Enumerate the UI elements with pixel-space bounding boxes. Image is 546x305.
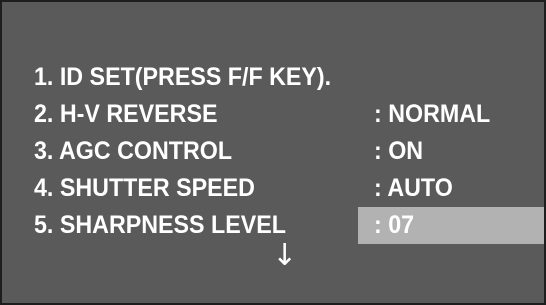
osd-menu-screen: 1. ID SET(PRESS F/F KEY). 2. H-V REVERSE… — [0, 0, 546, 305]
menu-item-value[interactable]: : ON — [358, 133, 427, 170]
menu-item-label: 2. H-V REVERSE — [34, 100, 218, 128]
menu-item-label: 1. ID SET(PRESS F/F KEY). — [34, 63, 332, 91]
menu-item-h-v-reverse[interactable]: 2. H-V REVERSE : NORMAL — [34, 96, 544, 133]
down-arrow-icon: ↓ — [272, 238, 298, 273]
menu-item-id-set[interactable]: 1. ID SET(PRESS F/F KEY). — [34, 59, 544, 96]
menu-item-label: 4. SHUTTER SPEED — [34, 174, 255, 202]
menu-item-shutter-speed[interactable]: 4. SHUTTER SPEED : AUTO — [34, 170, 544, 207]
setup-menu: 1. ID SET(PRESS F/F KEY). 2. H-V REVERSE… — [34, 59, 544, 244]
menu-item-value[interactable]: : AUTO — [358, 170, 459, 207]
menu-item-label: 5. SHARPNESS LEVEL — [34, 211, 286, 239]
menu-item-label: 3. AGC CONTROL — [34, 137, 233, 165]
selected-value-highlight[interactable]: : 07 — [358, 207, 544, 244]
menu-item-agc-control[interactable]: 3. AGC CONTROL : ON — [34, 133, 544, 170]
menu-item-value[interactable]: : NORMAL — [358, 96, 499, 133]
